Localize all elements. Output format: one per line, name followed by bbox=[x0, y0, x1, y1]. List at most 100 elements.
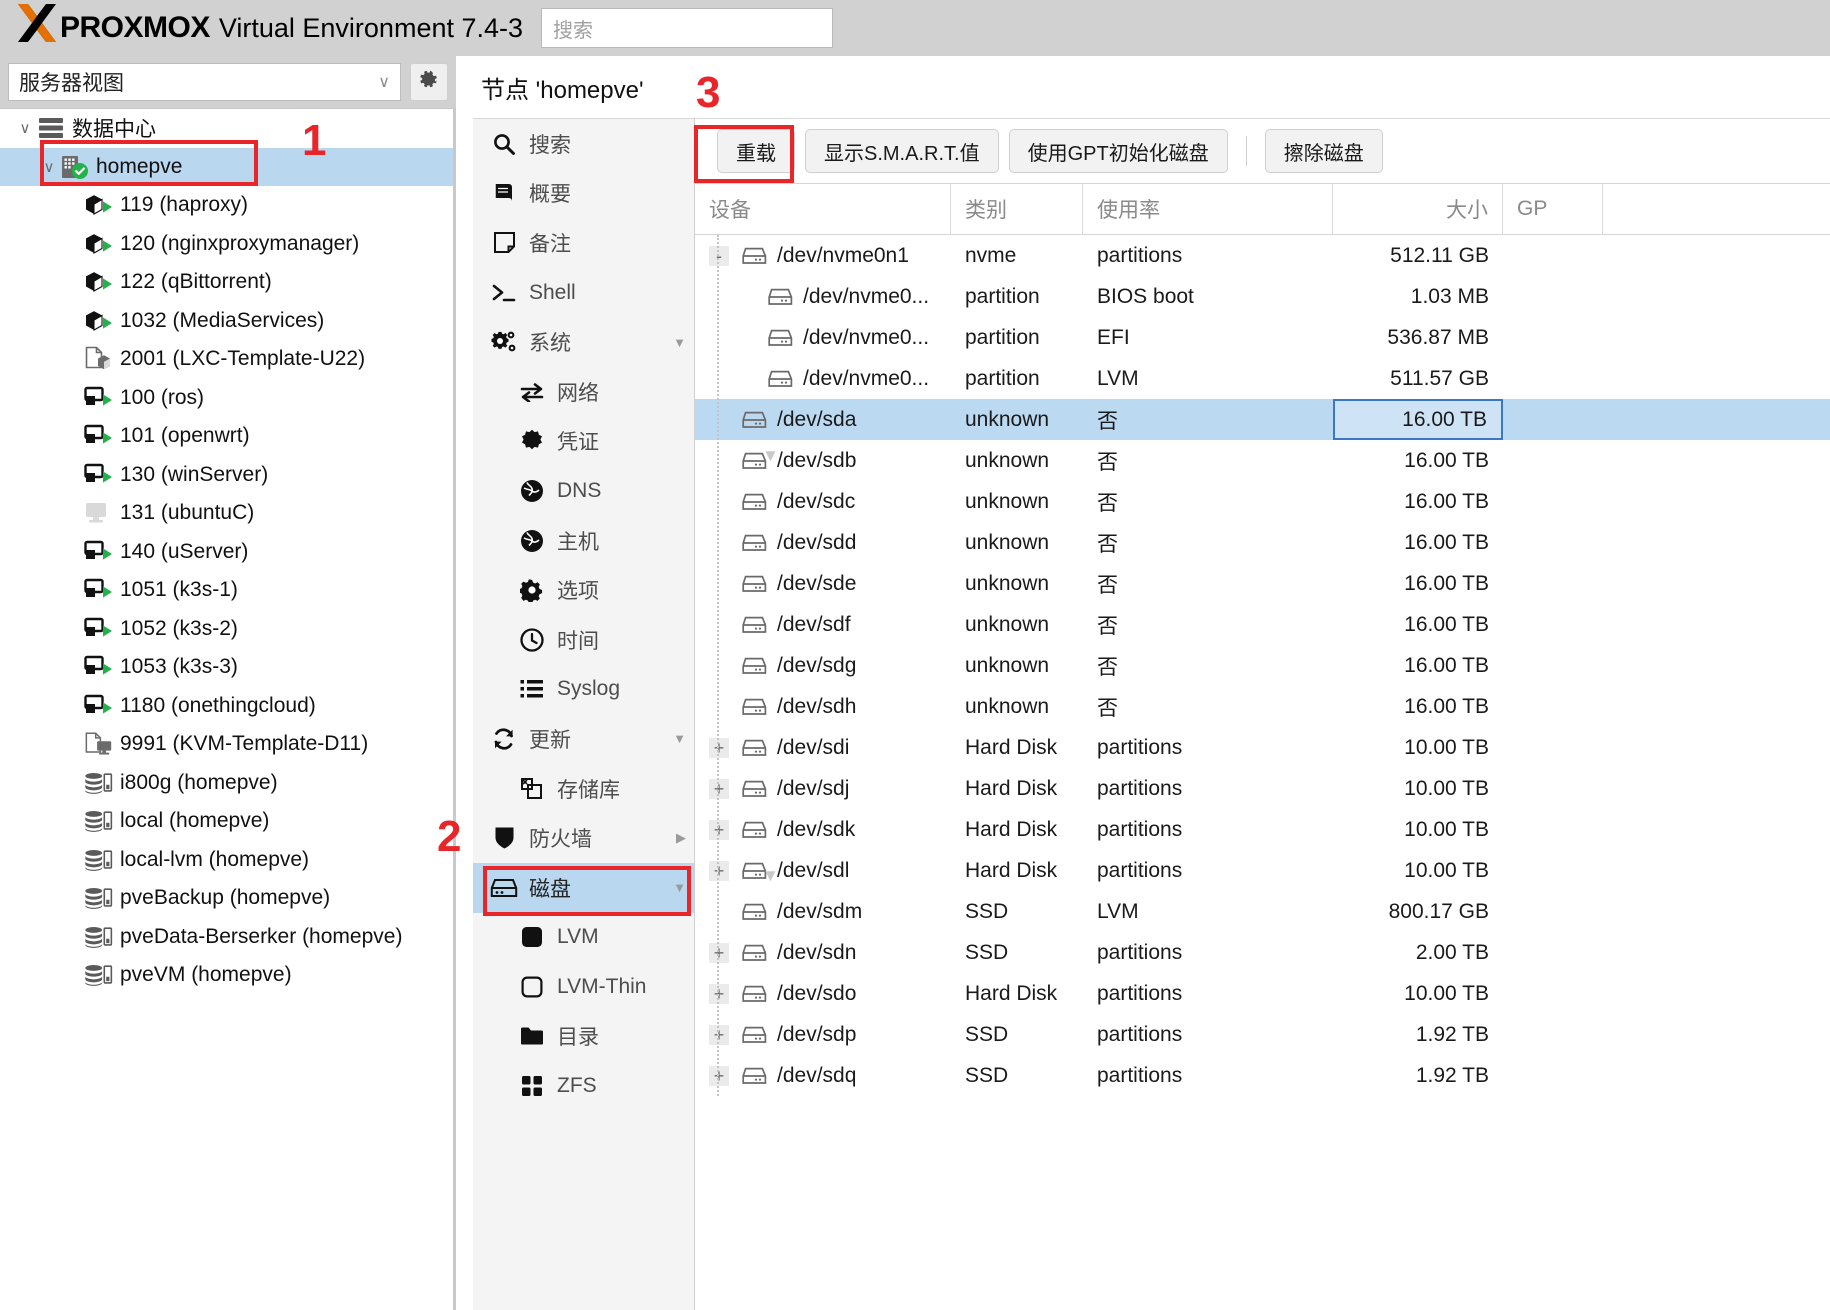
table-row[interactable]: +/dev/sdoHard Diskpartitions10.00 TB bbox=[695, 973, 1830, 1014]
nav-item-lvm-thin[interactable]: LVM-Thin bbox=[473, 962, 694, 1012]
column-header-gpt[interactable]: GP bbox=[1503, 183, 1603, 235]
table-row[interactable]: +/dev/sdkHard Diskpartitions10.00 TB bbox=[695, 809, 1830, 850]
nav-item-repositories[interactable]: 存储库 bbox=[473, 764, 694, 814]
splitter-collapse-icon-2[interactable]: ▼ bbox=[762, 866, 779, 886]
table-cell-type: SSD bbox=[951, 1055, 1083, 1096]
tree-item-1180[interactable]: 1180 (onethingcloud) bbox=[0, 687, 453, 726]
nav-item-hosts[interactable]: 主机 bbox=[473, 516, 694, 566]
tree-item-130[interactable]: 130 (winServer) bbox=[0, 456, 453, 495]
expand-icon[interactable]: + bbox=[709, 1066, 729, 1086]
node-nav-menu[interactable]: 搜索概要备注Shell系统▼网络凭证DNS主机选项时间Syslog更新▼存储库防… bbox=[473, 118, 695, 1310]
chevron-down-icon[interactable]: ▼ bbox=[673, 880, 686, 895]
table-row[interactable]: +/dev/sdpSSDpartitions1.92 TB bbox=[695, 1014, 1830, 1055]
tree-item-pvevm[interactable]: pveVM (homepve) bbox=[0, 956, 453, 995]
tree-item-1051[interactable]: 1051 (k3s-1) bbox=[0, 571, 453, 610]
table-row[interactable]: +/dev/sdnSSDpartitions2.00 TB bbox=[695, 932, 1830, 973]
nav-item-syslog[interactable]: Syslog bbox=[473, 665, 694, 715]
nav-item-lvm[interactable]: LVM bbox=[473, 913, 694, 963]
chevron-down-icon[interactable]: ▼ bbox=[673, 731, 686, 746]
expand-icon[interactable]: + bbox=[709, 861, 729, 881]
tree-item-2001[interactable]: 2001 (LXC-Template-U22) bbox=[0, 340, 453, 379]
nav-item-directory[interactable]: 目录 bbox=[473, 1012, 694, 1062]
tree-item-i800g[interactable]: i800g (homepve) bbox=[0, 764, 453, 803]
tree-item-140[interactable]: 140 (uServer) bbox=[0, 533, 453, 572]
table-row[interactable]: /dev/nvme0...partitionBIOS boot1.03 MB bbox=[695, 276, 1830, 317]
tree-item-local-lvm[interactable]: local-lvm (homepve) bbox=[0, 841, 453, 880]
nav-item-shell[interactable]: Shell bbox=[473, 268, 694, 318]
tree-item-local[interactable]: local (homepve) bbox=[0, 802, 453, 841]
column-header-size[interactable]: 大小 bbox=[1333, 183, 1503, 235]
tree-item-1032[interactable]: 1032 (MediaServices) bbox=[0, 302, 453, 341]
table-disk-icon bbox=[739, 1066, 769, 1086]
nav-item-firewall[interactable]: 防火墙▶ bbox=[473, 813, 694, 863]
tree-item-9991[interactable]: 9991 (KVM-Template-D11) bbox=[0, 725, 453, 764]
tree-item-1052[interactable]: 1052 (k3s-2) bbox=[0, 610, 453, 649]
tree-item-1053[interactable]: 1053 (k3s-3) bbox=[0, 648, 453, 687]
tree-item-数据中心[interactable]: ∨数据中心 bbox=[0, 109, 453, 148]
tree-item-100[interactable]: 100 (ros) bbox=[0, 379, 453, 418]
splitter-collapse-icon-1[interactable]: ▼ bbox=[762, 446, 779, 466]
table-row[interactable]: +/dev/sdlHard Diskpartitions10.00 TB bbox=[695, 850, 1830, 891]
nav-item-notes[interactable]: 备注 bbox=[473, 218, 694, 268]
server-view-select[interactable]: 服务器视图 ∨ bbox=[8, 63, 401, 101]
tree-item-131[interactable]: 131 (ubuntuC) bbox=[0, 494, 453, 533]
tree-item-122[interactable]: 122 (qBittorrent) bbox=[0, 263, 453, 302]
nav-item-system[interactable]: 系统▼ bbox=[473, 317, 694, 367]
table-row[interactable]: +/dev/sdjHard Diskpartitions10.00 TB bbox=[695, 768, 1830, 809]
table-row[interactable]: /dev/sdcunknown否16.00 TB bbox=[695, 481, 1830, 522]
column-header-type[interactable]: 类别 bbox=[951, 183, 1083, 235]
nav-item-certificate[interactable]: 凭证 bbox=[473, 417, 694, 467]
expand-icon[interactable]: + bbox=[709, 984, 729, 1004]
table-row[interactable]: /dev/sdhunknown否16.00 TB bbox=[695, 686, 1830, 727]
column-header-usage[interactable]: 使用率 bbox=[1083, 183, 1333, 235]
collapse-icon[interactable]: - bbox=[709, 246, 729, 266]
wipe-disk-button[interactable]: 擦除磁盘 bbox=[1265, 129, 1383, 173]
table-cell-size: 800.17 GB bbox=[1333, 891, 1503, 932]
tree-twisty-icon[interactable]: ∨ bbox=[38, 158, 60, 176]
nav-item-disk[interactable]: 磁盘▼ bbox=[473, 863, 694, 913]
global-search-input[interactable]: 搜索 bbox=[541, 8, 833, 48]
nav-item-network[interactable]: 网络 bbox=[473, 367, 694, 417]
tree-item-119[interactable]: 119 (haproxy) bbox=[0, 186, 453, 225]
table-row[interactable]: /dev/sdbunknown否16.00 TB bbox=[695, 440, 1830, 481]
expand-icon[interactable]: + bbox=[709, 943, 729, 963]
resource-tree[interactable]: ∨数据中心∨homepve119 (haproxy)120 (nginxprox… bbox=[0, 108, 456, 1310]
nav-item-summary[interactable]: 概要 bbox=[473, 169, 694, 219]
expand-icon[interactable]: + bbox=[709, 1025, 729, 1045]
nav-item-zfs[interactable]: ZFS bbox=[473, 1061, 694, 1111]
tree-item-120[interactable]: 120 (nginxproxymanager) bbox=[0, 225, 453, 264]
table-disk-icon bbox=[765, 369, 795, 389]
chevron-right-icon[interactable]: ▶ bbox=[676, 830, 686, 846]
table-row[interactable]: /dev/sdaunknown否16.00 TB bbox=[695, 399, 1830, 440]
expand-icon[interactable]: + bbox=[709, 779, 729, 799]
table-row[interactable]: /dev/nvme0...partitionEFI536.87 MB bbox=[695, 317, 1830, 358]
table-row[interactable]: +/dev/sdiHard Diskpartitions10.00 TB bbox=[695, 727, 1830, 768]
show-smart-values-button[interactable]: 显示S.M.A.R.T.值 bbox=[805, 129, 999, 173]
table-row[interactable]: -/dev/nvme0n1nvmepartitions512.11 GB bbox=[695, 235, 1830, 276]
init-disk-gpt-button[interactable]: 使用GPT初始化磁盘 bbox=[1009, 129, 1228, 173]
tree-item-homepve[interactable]: ∨homepve bbox=[0, 148, 453, 187]
tree-twisty-icon[interactable]: ∨ bbox=[14, 119, 36, 137]
reload-button[interactable]: 重载 bbox=[717, 129, 795, 173]
nav-item-updates[interactable]: 更新▼ bbox=[473, 714, 694, 764]
table-row[interactable]: +/dev/sdqSSDpartitions1.92 TB bbox=[695, 1055, 1830, 1096]
table-row[interactable]: /dev/sdgunknown否16.00 TB bbox=[695, 645, 1830, 686]
expand-icon[interactable]: + bbox=[709, 820, 729, 840]
table-row[interactable]: /dev/sdeunknown否16.00 TB bbox=[695, 563, 1830, 604]
nav-item-dns[interactable]: DNS bbox=[473, 466, 694, 516]
nav-item-search[interactable]: 搜索 bbox=[473, 119, 694, 169]
table-row[interactable]: /dev/sddunknown否16.00 TB bbox=[695, 522, 1830, 563]
nav-item-time[interactable]: 时间 bbox=[473, 615, 694, 665]
nav-item-options[interactable]: 选项 bbox=[473, 565, 694, 615]
expand-icon[interactable]: + bbox=[709, 738, 729, 758]
chevron-down-icon[interactable]: ▼ bbox=[673, 335, 686, 350]
tree-item-pvedata-berserker[interactable]: pveData-Berserker (homepve) bbox=[0, 918, 453, 957]
table-row[interactable]: /dev/sdfunknown否16.00 TB bbox=[695, 604, 1830, 645]
settings-button[interactable] bbox=[410, 63, 448, 101]
table-row[interactable]: /dev/nvme0...partitionLVM511.57 GB bbox=[695, 358, 1830, 399]
column-header-device[interactable]: 设备 bbox=[695, 183, 951, 235]
table-row[interactable]: /dev/sdmSSDLVM800.17 GB bbox=[695, 891, 1830, 932]
tree-item-101[interactable]: 101 (openwrt) bbox=[0, 417, 453, 456]
proxmox-logo[interactable]: PROXMOX Virtual Environment 7.4-3 bbox=[0, 2, 523, 54]
tree-item-pvebackup[interactable]: pveBackup (homepve) bbox=[0, 879, 453, 918]
